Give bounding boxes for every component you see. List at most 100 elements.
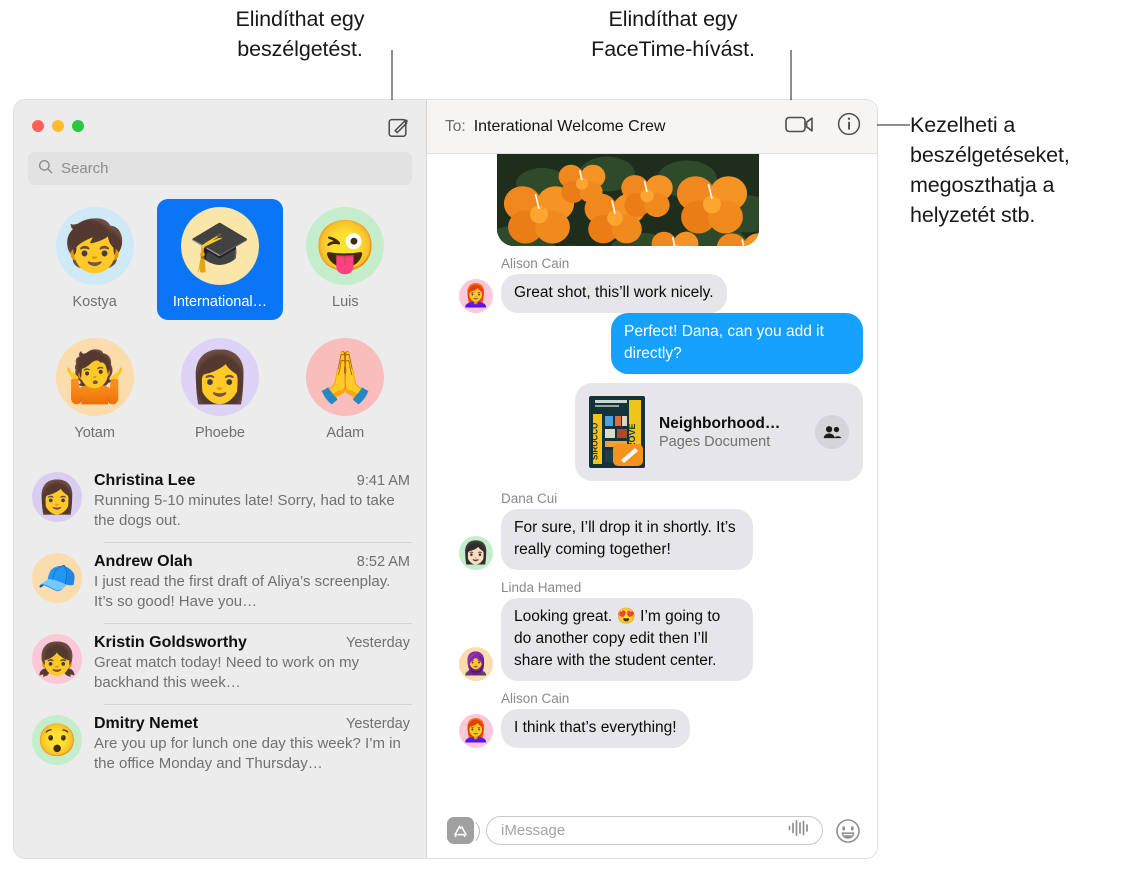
smiley-face-icon[interactable] bbox=[835, 818, 861, 844]
conversation-list-item[interactable]: 🧢 Andrew Olah 8:52 AM I just read the first… bbox=[14, 542, 426, 623]
pinned-label: Luis bbox=[332, 294, 359, 310]
sidebar: Search 🧒 Kostya 🎓 International… 😜 Luis 🤷 Yotam… bbox=[14, 100, 427, 858]
message-bubble[interactable]: Perfect! Dana, can you add it directly? bbox=[611, 313, 863, 374]
message-row: 👩‍🦰 I think that’s everything! bbox=[441, 709, 863, 748]
sidebar-titlebar bbox=[14, 100, 426, 152]
audio-waveform-icon[interactable] bbox=[787, 819, 811, 842]
conversation-list-item[interactable]: 👧 Kristin Goldsworthy Yesterday Great match… bbox=[14, 623, 426, 704]
avatar: 👩‍🦰 bbox=[459, 279, 493, 313]
callout-compose-text: Elindíthat egy beszélgetést. bbox=[235, 7, 365, 61]
conversation-body: Dmitry Nemet Yesterday Are you up for lunc… bbox=[94, 715, 410, 774]
avatar: 👧 bbox=[32, 634, 82, 684]
conversation-preview: Are you up for lunch one day this week? … bbox=[94, 735, 401, 772]
minimize-button[interactable] bbox=[52, 120, 64, 132]
avatar: 🧕 bbox=[459, 647, 493, 681]
conversation-body: Christina Lee 9:41 AM Running 5-10 minutes… bbox=[94, 472, 410, 531]
conversation-time: Yesterday bbox=[346, 635, 410, 651]
message-sender-name: Alison Cain bbox=[501, 256, 570, 271]
attachment-subtitle: Pages Document bbox=[659, 433, 771, 450]
search-placeholder: Search bbox=[61, 160, 109, 177]
pinned-label: Kostya bbox=[72, 294, 117, 310]
compose-icon[interactable] bbox=[387, 115, 410, 138]
conversation-body: Kristin Goldsworthy Yesterday Great match … bbox=[94, 634, 410, 693]
message-sender-name: Linda Hamed bbox=[501, 580, 582, 595]
conversation-name: Andrew Olah bbox=[94, 553, 193, 570]
document-attachment[interactable]: GROVE SIROCCO Neighborhood… Pages Document bbox=[575, 383, 863, 481]
window-controls[interactable] bbox=[32, 120, 84, 132]
pinned-conversation[interactable]: 🙏 Adam bbox=[283, 330, 408, 451]
to-label: To: bbox=[445, 117, 466, 135]
avatar: 😜 bbox=[306, 207, 385, 285]
conversation-name: Kristin Goldsworthy bbox=[94, 634, 247, 651]
pinned-conversation[interactable]: 🤷 Yotam bbox=[32, 330, 157, 451]
imessage-input[interactable]: iMessage bbox=[486, 816, 823, 845]
attachment-meta: Neighborhood… Pages Document bbox=[659, 415, 801, 450]
search-icon bbox=[38, 159, 53, 179]
info-circle-icon[interactable] bbox=[837, 112, 861, 141]
message-bubble[interactable]: Looking great. 😍 I’m going to do another… bbox=[501, 598, 753, 681]
avatar: 🙏 bbox=[306, 338, 385, 416]
message-sender-name: Alison Cain bbox=[501, 691, 570, 706]
recipient-field[interactable]: Interational Welcome Crew bbox=[474, 118, 666, 136]
header-actions bbox=[785, 112, 861, 141]
avatar: 🧒 bbox=[55, 207, 134, 285]
thread-header: To: Interational Welcome Crew bbox=[427, 100, 877, 154]
message-bubble[interactable]: Great shot, this’ll work nicely. bbox=[501, 274, 727, 313]
pinned-label: Adam bbox=[326, 425, 365, 441]
conversation-body: Andrew Olah 8:52 AM I just read the first … bbox=[94, 553, 410, 612]
search-container: Search bbox=[14, 152, 426, 195]
message-row: 👩‍🦰 Great shot, this’ll work nicely. bbox=[441, 274, 863, 313]
message-bubble[interactable]: For sure, I’ll drop it in shortly. It’s … bbox=[501, 509, 753, 570]
conversation-list-item[interactable]: 😯 Dmitry Nemet Yesterday Are you up for lun… bbox=[14, 704, 426, 785]
message-list[interactable]: Alison Cain 👩‍🦰 Great shot, this’ll work n… bbox=[427, 154, 877, 803]
avatar: 👩‍🦰 bbox=[459, 714, 493, 748]
avatar: 👩 bbox=[180, 338, 259, 416]
conversation-name: Dmitry Nemet bbox=[94, 715, 199, 732]
avatar: 🤷 bbox=[55, 338, 134, 416]
attachment-title: Neighborhood… bbox=[659, 414, 781, 432]
pinned-conversation[interactable]: 😜 Luis bbox=[283, 199, 408, 320]
callout-details-text: Kezelheti a beszélgetéseket, megoszthatj… bbox=[910, 113, 1070, 227]
conversation-pane: To: Interational Welcome Crew Alison Cai… bbox=[427, 100, 877, 858]
shared-people-icon bbox=[815, 415, 849, 449]
avatar: 👩🏻 bbox=[459, 536, 493, 570]
pinned-label: International… bbox=[172, 294, 268, 310]
conversation-list: 👩 Christina Lee 9:41 AM Running 5-10 minute… bbox=[14, 459, 426, 858]
pinned-conversation[interactable]: 👩 Phoebe bbox=[157, 330, 282, 451]
video-camera-icon[interactable] bbox=[785, 113, 815, 140]
message-bubble[interactable]: I think that’s everything! bbox=[501, 709, 690, 748]
conversation-time: Yesterday bbox=[346, 716, 410, 732]
message-row: 🧕 Looking great. 😍 I’m going to do anothe… bbox=[441, 598, 863, 681]
avatar: 😯 bbox=[32, 715, 82, 765]
avatar: 🎓 bbox=[180, 207, 259, 285]
attachment-row: GROVE SIROCCO Neighborhood… Pages Document bbox=[441, 383, 863, 481]
messages-window: Search 🧒 Kostya 🎓 International… 😜 Luis 🤷 Yotam… bbox=[14, 100, 877, 858]
pinned-conversation[interactable]: 🧒 Kostya bbox=[32, 199, 157, 320]
pinned-label: Yotam bbox=[74, 425, 115, 441]
search-input[interactable]: Search bbox=[28, 152, 412, 185]
conversation-list-item[interactable]: 👩 Christina Lee 9:41 AM Running 5-10 minute… bbox=[14, 461, 426, 542]
pinned-conversations: 🧒 Kostya 🎓 International… 😜 Luis 🤷 Yotam 👩 Phoebe… bbox=[14, 195, 426, 459]
conversation-time: 8:52 AM bbox=[356, 554, 410, 570]
app-store-icon[interactable] bbox=[447, 817, 480, 845]
svg-text:SIROCCO: SIROCCO bbox=[591, 423, 600, 460]
pinned-label: Phoebe bbox=[194, 425, 245, 441]
conversation-preview: I just read the first draft of Aliya’s s… bbox=[94, 573, 391, 610]
message-row: Perfect! Dana, can you add it directly? bbox=[441, 313, 863, 374]
conversation-preview: Great match today! Need to work on my ba… bbox=[94, 654, 360, 691]
conversation-preview: Running 5-10 minutes late! Sorry, had to… bbox=[94, 492, 395, 529]
conversation-name: Christina Lee bbox=[94, 472, 196, 489]
message-composer: iMessage bbox=[427, 803, 877, 858]
message-sender-name: Dana Cui bbox=[501, 491, 558, 506]
document-thumbnail: GROVE SIROCCO bbox=[589, 396, 645, 468]
avatar: 👩 bbox=[32, 472, 82, 522]
imessage-placeholder: iMessage bbox=[501, 822, 566, 839]
photo-attachment[interactable] bbox=[497, 154, 759, 246]
conversation-time: 9:41 AM bbox=[356, 473, 410, 489]
message-row: 👩🏻 For sure, I’ll drop it in shortly. It’… bbox=[441, 509, 863, 570]
zoom-button[interactable] bbox=[72, 120, 84, 132]
callout-facetime-text: Elindíthat egy FaceTime-hívást. bbox=[591, 7, 755, 61]
close-button[interactable] bbox=[32, 120, 44, 132]
avatar: 🧢 bbox=[32, 553, 82, 603]
pinned-conversation[interactable]: 🎓 International… bbox=[157, 199, 283, 320]
